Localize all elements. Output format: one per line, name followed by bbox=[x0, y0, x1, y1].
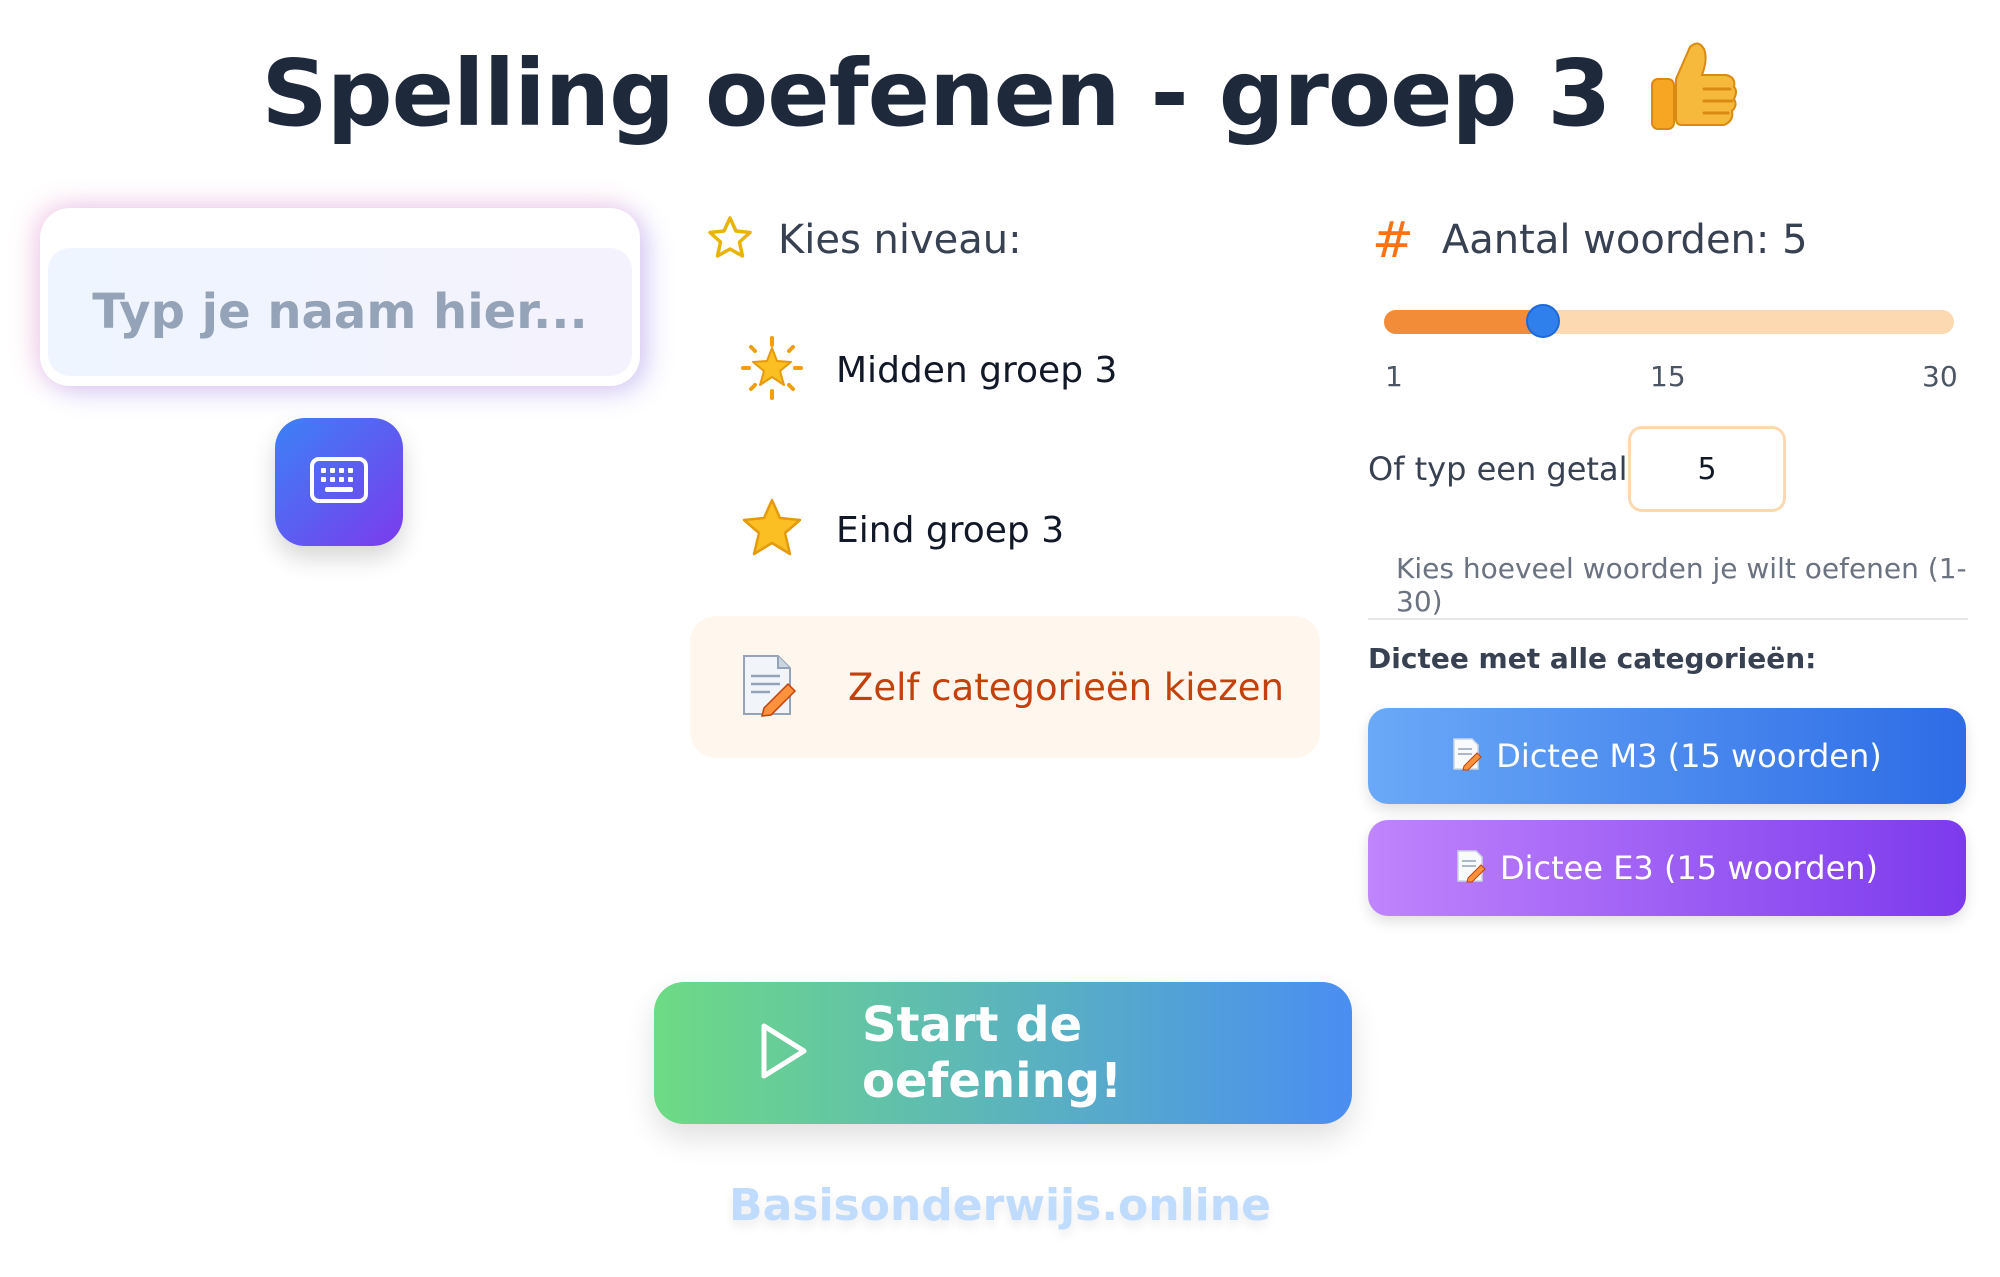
memo-icon bbox=[1452, 737, 1482, 775]
dictee-m3-button[interactable]: Dictee M3 (15 woorden) bbox=[1368, 708, 1966, 804]
star-icon bbox=[740, 496, 804, 564]
word-count-slider[interactable] bbox=[1384, 304, 1954, 338]
play-icon bbox=[758, 1021, 810, 1085]
start-button[interactable]: Start de oefening! bbox=[654, 982, 1352, 1124]
dictee-label: Dictee met alle categorieën: bbox=[1368, 642, 1817, 675]
choose-categories-label: Zelf categorieën kiezen bbox=[848, 665, 1284, 709]
slider-tick-min: 1 bbox=[1385, 360, 1403, 393]
sparkle-star-icon bbox=[740, 336, 804, 404]
thumbs-up-icon bbox=[1646, 41, 1738, 159]
level-heading-label: Kies niveau: bbox=[778, 217, 1022, 263]
name-input[interactable] bbox=[48, 248, 632, 376]
slider-fill bbox=[1384, 310, 1543, 334]
keyboard-icon bbox=[309, 456, 369, 508]
level-option-eind[interactable]: Eind groep 3 bbox=[740, 490, 1064, 570]
dictee-m3-label: Dictee M3 (15 woorden) bbox=[1496, 737, 1882, 775]
word-count-heading-label: Aantal woorden: 5 bbox=[1441, 217, 1808, 263]
footer-brand: Basisonderwijs.online bbox=[729, 1180, 1271, 1231]
dictee-e3-label: Dictee E3 (15 woorden) bbox=[1499, 849, 1879, 887]
spelling-page: Spelling oefenen - groep 3 Typ je naam h… bbox=[0, 0, 2000, 1277]
keyboard-button[interactable] bbox=[275, 418, 403, 546]
slider-thumb[interactable] bbox=[1526, 304, 1560, 338]
memo-icon bbox=[740, 652, 798, 722]
start-button-label: Start de oefening! bbox=[862, 997, 1123, 1109]
level-heading: Kies niveau: bbox=[706, 210, 1022, 270]
choose-categories-button[interactable]: Zelf categorieën kiezen bbox=[690, 616, 1320, 758]
word-count-heading: # Aantal woorden: 5 bbox=[1372, 210, 1808, 270]
memo-icon bbox=[1456, 849, 1486, 887]
divider bbox=[1368, 618, 1968, 620]
manual-count-label: Of typ een getal: bbox=[1368, 450, 1639, 488]
slider-tick-max: 30 bbox=[1922, 360, 1958, 393]
name-card bbox=[40, 208, 640, 386]
level-option-midden[interactable]: Midden groep 3 bbox=[740, 330, 1117, 410]
page-title-text: Spelling oefenen - groep 3 bbox=[261, 40, 1612, 147]
word-count-hint: Kies hoeveel woorden je wilt oefenen (1-… bbox=[1396, 552, 1967, 618]
slider-tick-mid: 15 bbox=[1650, 360, 1686, 393]
page-title: Spelling oefenen - groep 3 bbox=[0, 40, 2000, 159]
dictee-e3-button[interactable]: Dictee E3 (15 woorden) bbox=[1368, 820, 1966, 916]
star-outline-icon bbox=[706, 214, 754, 266]
manual-count-input[interactable] bbox=[1628, 426, 1786, 512]
level-option-eind-label: Eind groep 3 bbox=[836, 509, 1065, 551]
hash-icon: # bbox=[1372, 211, 1414, 269]
level-option-midden-label: Midden groep 3 bbox=[836, 349, 1118, 391]
